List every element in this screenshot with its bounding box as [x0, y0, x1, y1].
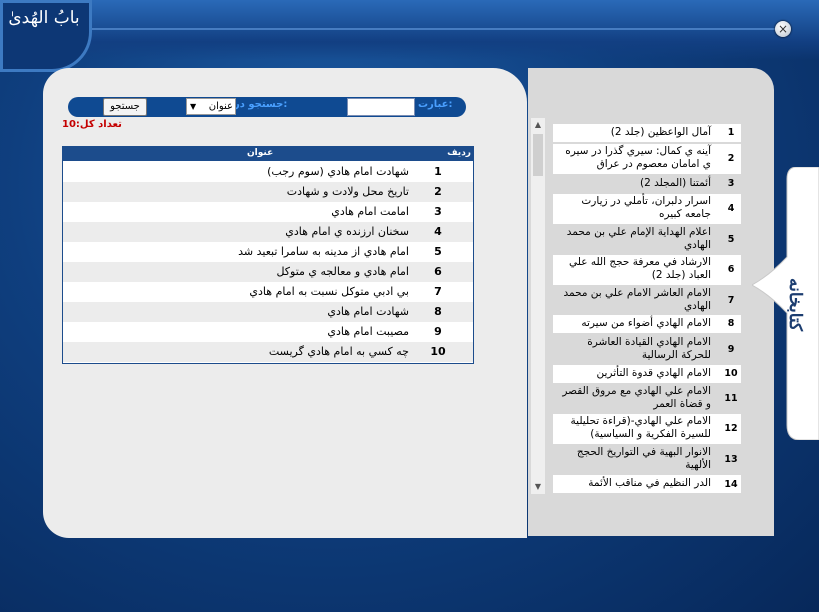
table-row[interactable]: 3 امامت امام هادي: [63, 202, 473, 222]
logo-text: بابُ الهُدیٰ: [8, 8, 80, 28]
book-number: 9: [727, 344, 735, 355]
results-table: رديف عنوان 1 شهادت امام هادي (سوم رجب) 2 ت…: [62, 146, 474, 364]
row-number: 3: [434, 205, 442, 218]
book-number: 8: [727, 318, 735, 329]
library-book-item[interactable]: 5 اعلام الهداية الإمام علي بن محمد الهادي: [553, 225, 741, 253]
row-title[interactable]: سخنان ارزنده ي امام هادي: [285, 225, 409, 238]
library-book-item[interactable]: 14 الدر النظيم في مناقب الأئمة: [553, 475, 741, 493]
library-book-item[interactable]: 4 اسرار دلبران، تأملي در زيارت جامعه كبير…: [553, 194, 741, 224]
table-row[interactable]: 6 امام هادي و معالجه ي متوكل: [63, 262, 473, 282]
library-book-item[interactable]: 6 الارشاد في معرفة حجج الله علي العباد (ج…: [553, 255, 741, 285]
row-title[interactable]: تاريخ محل ولادت و شهادت: [287, 185, 409, 198]
row-number: 9: [434, 325, 442, 338]
search-button[interactable]: جستجو: [103, 98, 147, 116]
book-title[interactable]: أئمتنا (المجلد 2): [555, 177, 711, 190]
book-number: 13: [724, 454, 738, 465]
row-title[interactable]: امام هادي از مدينه به سامرا تبعيد شد: [238, 245, 409, 258]
book-number: 10: [724, 368, 738, 379]
book-number: 1: [727, 127, 735, 138]
book-number: 4: [727, 203, 735, 214]
book-number: 5: [727, 234, 735, 245]
library-tab-label: كتابخانه: [785, 278, 805, 332]
row-title[interactable]: شهادت امام هادي: [327, 305, 409, 318]
table-row[interactable]: 7 بي ادبي متوكل نسبت به امام هادي: [63, 282, 473, 302]
table-row[interactable]: 5 امام هادي از مدينه به سامرا تبعيد شد: [63, 242, 473, 262]
phrase-label: عبارت:: [418, 99, 453, 110]
row-number: 8: [434, 305, 442, 318]
row-number: 10: [430, 345, 446, 358]
library-book-item[interactable]: 10 الامام الهادي قدوة التأثرين: [553, 365, 741, 383]
search-field-label: جستجو در:: [234, 99, 288, 110]
book-title[interactable]: اسرار دلبران، تأملي در زيارت جامعه كبيره: [555, 195, 711, 221]
book-title[interactable]: الدر النظيم في مناقب الأئمة: [555, 477, 711, 490]
row-number: 1: [434, 165, 442, 178]
table-row[interactable]: 4 سخنان ارزنده ي امام هادي: [63, 222, 473, 242]
search-field-select[interactable]: عنوان ▼: [186, 98, 236, 115]
table-row[interactable]: 9 مصيبت امام هادي: [63, 322, 473, 342]
library-book-item[interactable]: 8 الامام الهادي أضواء من سيرته: [553, 315, 741, 333]
library-scrollbar[interactable]: ▲ ▼: [531, 118, 545, 494]
row-number: 5: [434, 245, 442, 258]
library-book-item[interactable]: 7 الامام العاشر الامام علي بن محمد الهادي: [553, 286, 741, 314]
scroll-down-arrow-icon[interactable]: ▼: [531, 480, 545, 494]
close-button[interactable]: ×: [775, 21, 791, 37]
search-input[interactable]: [347, 98, 415, 116]
book-number: 12: [724, 423, 738, 434]
book-number: 7: [727, 295, 735, 306]
book-title[interactable]: الارشاد في معرفة حجج الله علي العباد (جل…: [555, 256, 711, 282]
book-number: 11: [724, 393, 738, 404]
row-title[interactable]: مصيبت امام هادي: [327, 325, 409, 338]
book-number: 2: [727, 153, 735, 164]
row-title[interactable]: بي ادبي متوكل نسبت به امام هادي: [249, 285, 409, 298]
row-number: 6: [434, 265, 442, 278]
row-title[interactable]: امام هادي و معالجه ي متوكل: [276, 265, 409, 278]
book-title[interactable]: الامام الهادي أضواء من سيرته: [555, 317, 711, 330]
book-title[interactable]: الامام علي الهادي-(قراءة تحليلية للسيرة …: [555, 415, 711, 441]
book-number: 6: [727, 264, 735, 275]
row-number: 4: [434, 225, 442, 238]
scroll-up-arrow-icon[interactable]: ▲: [531, 118, 545, 132]
book-number: 3: [727, 178, 735, 189]
book-title[interactable]: اعلام الهداية الإمام علي بن محمد الهادي: [555, 226, 711, 252]
book-title[interactable]: الامام علي الهادي مع مروق القصر و قضاة ا…: [555, 385, 711, 411]
table-header: رديف عنوان: [63, 147, 473, 161]
book-title[interactable]: الامام الهادي القيادة العاشرة للحركة الر…: [555, 336, 711, 362]
row-number: 7: [434, 285, 442, 298]
table-row[interactable]: 10 چه كسي به امام هادي گريست: [63, 342, 473, 362]
book-title[interactable]: آمال الواعظين (جلد 2): [555, 126, 711, 139]
library-book-item[interactable]: 12 الامام علي الهادي-(قراءة تحليلية للسير…: [553, 414, 741, 444]
scroll-thumb[interactable]: [533, 134, 543, 176]
row-title[interactable]: چه كسي به امام هادي گريست: [269, 345, 409, 358]
chevron-down-icon: ▼: [190, 102, 197, 111]
app-logo: بابُ الهُدیٰ: [0, 0, 92, 72]
column-header-title: عنوان: [247, 148, 274, 158]
row-title[interactable]: امامت امام هادي: [331, 205, 409, 218]
library-book-item[interactable]: 9 الامام الهادي القيادة العاشرة للحركة ال…: [553, 335, 741, 363]
result-count: تعداد کل:10: [62, 119, 122, 130]
library-book-item[interactable]: 3 أئمتنا (المجلد 2): [553, 176, 741, 192]
top-bar: [0, 0, 819, 60]
search-field-selected: عنوان: [208, 101, 233, 112]
book-number: 14: [724, 479, 738, 490]
table-row[interactable]: 2 تاريخ محل ولادت و شهادت: [63, 182, 473, 202]
book-title[interactable]: الامام العاشر الامام علي بن محمد الهادي: [555, 287, 711, 313]
table-row[interactable]: 1 شهادت امام هادي (سوم رجب): [63, 162, 473, 182]
book-title[interactable]: آينه ي كمال: سيري گذرا در سيره ي امامان …: [555, 145, 711, 171]
library-book-item[interactable]: 11 الامام علي الهادي مع مروق القصر و قضاة…: [553, 384, 741, 414]
column-header-radif: رديف: [447, 148, 471, 158]
book-title[interactable]: الامام الهادي قدوة التأثرين: [555, 367, 711, 380]
library-book-item[interactable]: 1 آمال الواعظين (جلد 2): [553, 124, 741, 142]
table-row[interactable]: 8 شهادت امام هادي: [63, 302, 473, 322]
row-title[interactable]: شهادت امام هادي (سوم رجب): [267, 165, 409, 178]
row-number: 2: [434, 185, 442, 198]
library-book-item[interactable]: 13 الانوار البهية في التواريخ الحجج الأله…: [553, 445, 741, 473]
top-decorative-line: [90, 28, 779, 30]
book-title[interactable]: الانوار البهية في التواريخ الحجج الألهية: [555, 446, 711, 472]
library-book-item[interactable]: 2 آينه ي كمال: سيري گذرا در سيره ي امامان…: [553, 144, 741, 174]
